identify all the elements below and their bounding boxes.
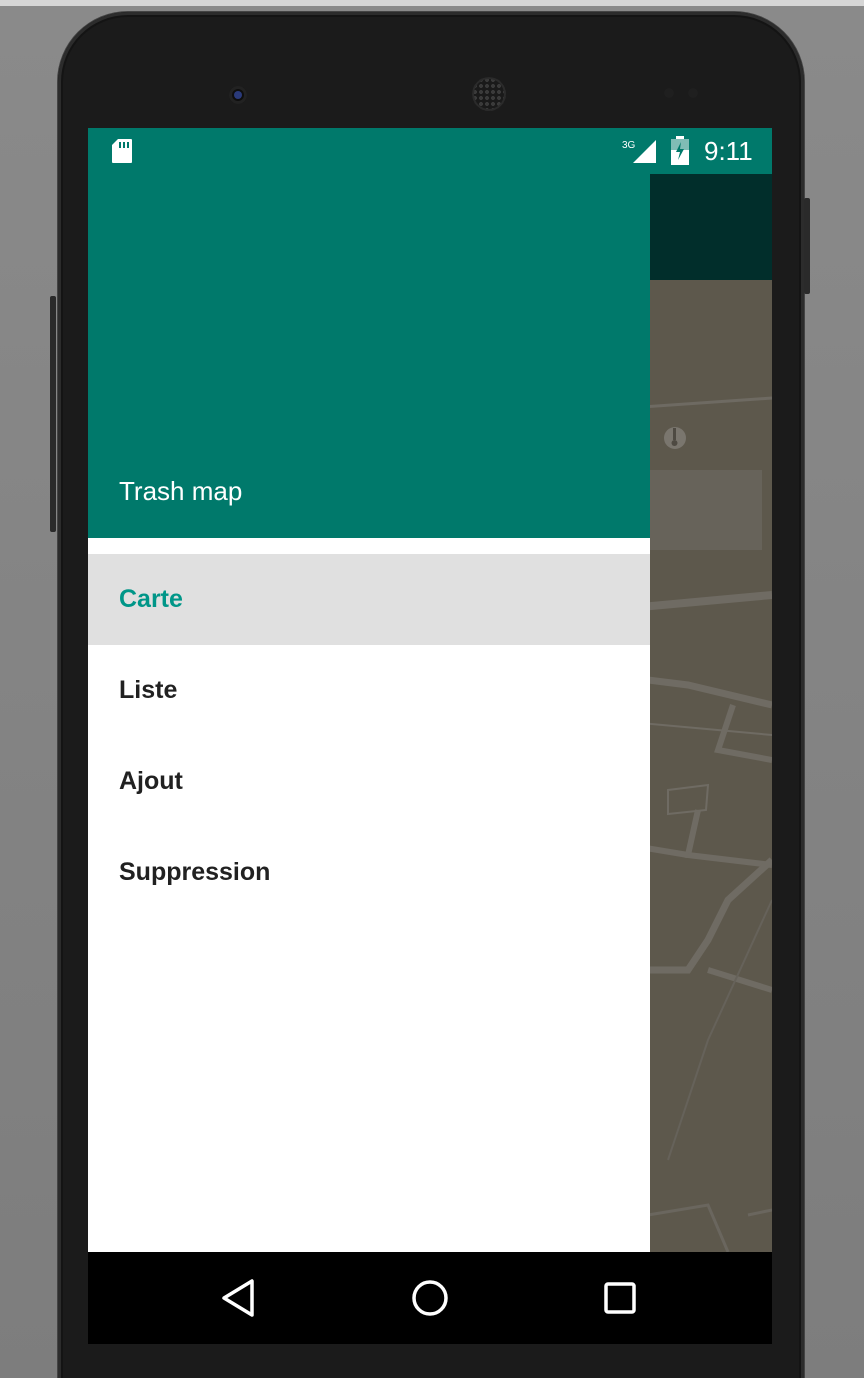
signal-3g-icon: 3G [622, 140, 656, 163]
menu-item-suppression[interactable]: Suppression [88, 827, 650, 918]
map-block [648, 470, 762, 550]
menu-item-carte[interactable]: Carte [88, 554, 650, 645]
menu-item-ajout[interactable]: Ajout [88, 736, 650, 827]
system-navigation-bar [88, 1252, 772, 1344]
device-screen: 3G 9:11 Trash map Carte Liste Ajout Supp… [88, 128, 772, 1344]
proximity-sensor [664, 88, 674, 98]
menu-item-liste[interactable]: Liste [88, 645, 650, 736]
power-button [50, 296, 56, 532]
recents-icon[interactable] [598, 1276, 642, 1320]
front-camera [229, 86, 247, 104]
status-bar: 3G 9:11 [88, 128, 772, 174]
battery-charging-icon [671, 136, 689, 165]
home-icon[interactable] [408, 1276, 452, 1320]
drawer-header: Trash map [88, 128, 650, 538]
drawer-menu: Carte Liste Ajout Suppression [88, 554, 650, 918]
drawer-title: Trash map [119, 476, 243, 506]
sd-card-icon [112, 139, 132, 163]
earpiece-speaker [472, 77, 506, 111]
emulator-stage: 3G 9:11 Trash map Carte Liste Ajout Supp… [0, 0, 864, 1378]
svg-text:3G: 3G [622, 140, 636, 151]
status-clock: 9:11 [704, 136, 753, 166]
light-sensor [688, 88, 698, 98]
volume-button [804, 198, 810, 294]
back-icon[interactable] [218, 1276, 262, 1320]
window-top-strip [0, 0, 864, 6]
navigation-drawer: Trash map Carte Liste Ajout Suppression [88, 128, 650, 1252]
